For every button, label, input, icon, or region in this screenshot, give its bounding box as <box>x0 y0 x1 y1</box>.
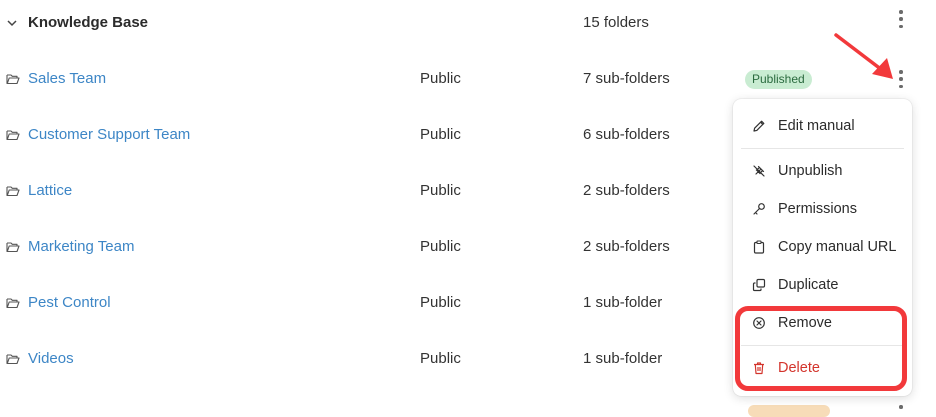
folder-icon <box>6 354 20 365</box>
folder-link[interactable]: Lattice <box>28 163 72 219</box>
menu-item-label: Edit manual <box>778 118 855 134</box>
partial-status-badge <box>748 405 830 417</box>
folder-icon <box>6 74 20 85</box>
section-folder-count: 15 folders <box>583 14 649 31</box>
menu-item-delete[interactable]: Delete <box>733 350 912 386</box>
folder-icon <box>6 242 20 253</box>
access-level: Public <box>420 70 461 87</box>
subfolder-count: 7 sub-folders <box>583 70 670 87</box>
menu-item-label: Permissions <box>778 201 857 217</box>
menu-item-edit-manual[interactable]: Edit manual <box>733 108 912 144</box>
folder-link[interactable]: Customer Support Team <box>28 107 190 163</box>
status-badge: Published <box>745 70 812 89</box>
folder-icon <box>6 298 20 309</box>
menu-item-label: Remove <box>778 315 832 331</box>
section-title: Knowledge Base <box>28 14 149 31</box>
access-level: Public <box>420 182 461 199</box>
menu-item-copy-manual-url[interactable]: Copy manual URL <box>733 229 912 265</box>
menu-item-permissions[interactable]: Permissions <box>733 191 912 227</box>
menu-divider <box>741 345 904 346</box>
access-level: Public <box>420 350 461 367</box>
subfolder-count: 6 sub-folders <box>583 126 670 143</box>
chevron-down-icon[interactable] <box>6 17 18 29</box>
partial-row-more-icon[interactable] <box>894 404 908 412</box>
menu-divider <box>741 148 904 149</box>
folder-icon <box>6 130 20 141</box>
folder-link[interactable]: Sales Team <box>28 51 106 107</box>
folder-link[interactable]: Pest Control <box>28 275 111 331</box>
menu-item-label: Delete <box>778 360 820 376</box>
folder-link[interactable]: Videos <box>28 331 74 387</box>
folder-link[interactable]: Marketing Team <box>28 219 134 275</box>
folder-icon <box>6 186 20 197</box>
menu-item-label: Copy manual URL <box>778 239 897 255</box>
annotation-arrow-icon <box>834 33 893 79</box>
menu-item-label: Duplicate <box>778 277 839 293</box>
menu-item-remove[interactable]: Remove <box>733 305 912 341</box>
access-level: Public <box>420 238 461 255</box>
menu-item-unpublish[interactable]: Unpublish <box>733 153 912 189</box>
key-icon <box>753 203 765 215</box>
access-level: Public <box>420 126 461 143</box>
subfolder-count: 1 sub-folder <box>583 350 663 367</box>
unpublish-icon <box>753 165 765 177</box>
menu-item-label: Unpublish <box>778 163 843 179</box>
circle-x-icon <box>753 317 765 329</box>
access-level: Public <box>420 294 461 311</box>
menu-item-duplicate[interactable]: Duplicate <box>733 267 912 303</box>
row-context-menu: Edit manual Unpublish Permissions Copy m… <box>733 99 912 396</box>
knowledge-base-header-row: Knowledge Base 15 folders <box>0 0 936 51</box>
duplicate-icon <box>752 278 766 292</box>
clipboard-icon <box>753 240 765 254</box>
pencil-icon <box>753 120 765 132</box>
section-more-icon[interactable] <box>894 9 908 29</box>
trash-icon <box>754 362 764 375</box>
subfolder-count: 2 sub-folders <box>583 238 670 255</box>
subfolder-count: 1 sub-folder <box>583 294 663 311</box>
subfolder-count: 2 sub-folders <box>583 182 670 199</box>
